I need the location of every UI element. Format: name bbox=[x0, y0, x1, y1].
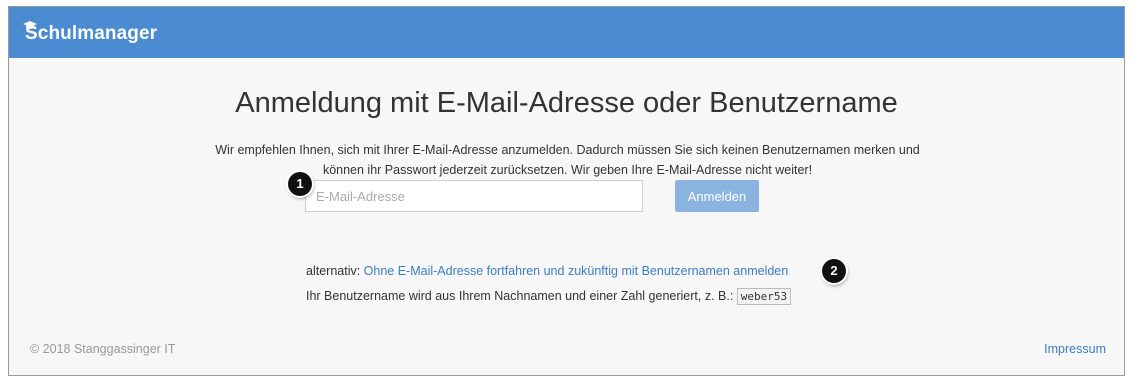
impressum-link[interactable]: Impressum bbox=[1044, 342, 1106, 356]
alternative-prefix: alternativ: bbox=[306, 264, 364, 278]
username-hint-text: Ihr Benutzername wird aus Ihrem Nachname… bbox=[306, 289, 737, 303]
intro-text: Wir empfehlen Ihnen, sich mit Ihrer E-Ma… bbox=[215, 143, 920, 177]
annotation-badge-1: 1 bbox=[288, 172, 312, 196]
example-username: weber53 bbox=[736, 288, 792, 305]
continue-without-email-link[interactable]: Ohne E-Mail-Adresse fortfahren und zukün… bbox=[364, 264, 789, 278]
top-navbar: Schulmanager bbox=[9, 7, 1124, 58]
annotation-badge-2: 2 bbox=[822, 259, 846, 283]
email-input[interactable] bbox=[305, 180, 643, 212]
app-window: Schulmanager Anmeldung mit E-Mail-Adress… bbox=[8, 6, 1125, 376]
page-title: Anmeldung mit E-Mail-Adresse oder Benutz… bbox=[235, 87, 898, 119]
login-button[interactable]: Anmelden bbox=[675, 180, 759, 212]
brand-logo[interactable]: Schulmanager bbox=[23, 21, 158, 45]
graduation-cap-icon bbox=[23, 15, 37, 37]
username-hint: Ihr Benutzername wird aus Ihrem Nachname… bbox=[306, 288, 792, 305]
brand-name: Schulmanager bbox=[25, 23, 158, 44]
copyright-text: © 2018 Stanggassinger IT bbox=[30, 342, 176, 356]
alternative-line: alternativ: Ohne E-Mail-Adresse fortfahr… bbox=[306, 264, 788, 278]
